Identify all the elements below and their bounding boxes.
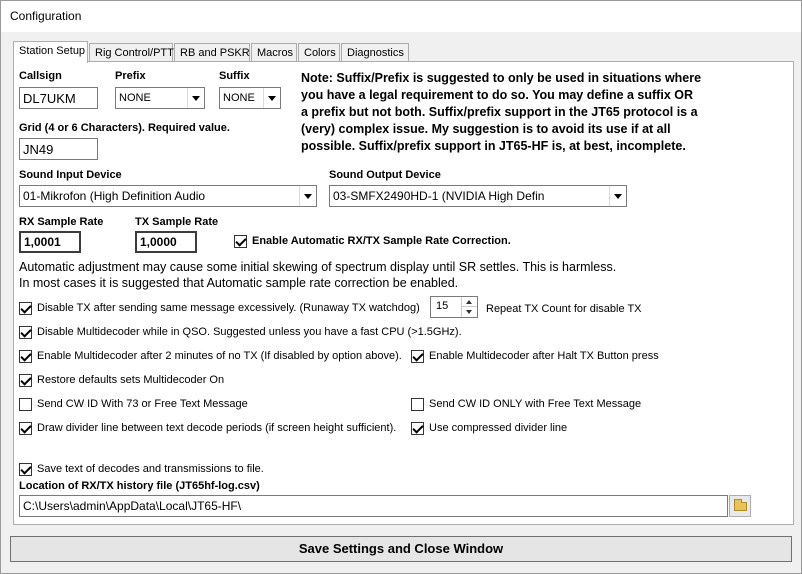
checkbox-checked-icon[interactable] (19, 302, 32, 315)
window-title: Configuration (10, 9, 82, 23)
rx-sample-rate-label: RX Sample Rate (19, 216, 104, 228)
chevron-down-icon[interactable] (609, 186, 626, 206)
grid-input[interactable]: JN49 (19, 138, 98, 160)
sound-input-label: Sound Input Device (19, 169, 122, 181)
tx-sample-rate-label: TX Sample Rate (135, 216, 219, 228)
suffix-prefix-note: Note: Suffix/Prefix is suggested to only… (301, 70, 741, 155)
prefix-select-value: NONE (119, 92, 151, 104)
send-cw-id-only-label: Send CW ID ONLY with Free Text Message (429, 398, 642, 410)
note-line: you have a legal requirement to do so. Y… (301, 88, 693, 102)
save-text-label: Save text of decodes and transmissions t… (37, 463, 264, 475)
folder-icon (734, 499, 747, 511)
repeat-tx-count-spinner[interactable]: 15 (430, 296, 478, 318)
configuration-window: Configuration Station Setup Rig Control/… (0, 0, 802, 574)
spinner-down-icon[interactable] (462, 307, 477, 317)
tab-diagnostics[interactable]: Diagnostics (341, 43, 409, 62)
sound-output-select[interactable]: 03-SMFX2490HD-1 (NVIDIA High Defin (329, 185, 627, 207)
tab-macros[interactable]: Macros (251, 43, 297, 62)
note-line: possible. Suffix/prefix support in JT65-… (301, 139, 686, 153)
callsign-label: Callsign (19, 70, 62, 82)
prefix-select[interactable]: NONE (115, 87, 205, 109)
suffix-select[interactable]: NONE (219, 87, 281, 109)
checkbox-checked-icon[interactable] (19, 374, 32, 387)
enable-multidecoder-halt-label: Enable Multidecoder after Halt TX Button… (429, 350, 659, 362)
enable-multidecoder-2min-label: Enable Multidecoder after 2 minutes of n… (37, 350, 402, 362)
checkbox-unchecked-icon[interactable] (411, 398, 424, 411)
sample-rate-info-line-2: In most cases it is suggested that Autom… (19, 276, 459, 290)
sound-output-label: Sound Output Device (329, 169, 441, 181)
save-settings-button[interactable]: Save Settings and Close Window (10, 536, 792, 562)
tab-rig-control[interactable]: Rig Control/PTT (89, 43, 174, 62)
browse-folder-button[interactable] (729, 495, 751, 517)
checkbox-unchecked-icon[interactable] (19, 398, 32, 411)
checkbox-checked-icon[interactable] (411, 422, 424, 435)
history-file-label: Location of RX/TX history file (JT65hf-l… (19, 480, 260, 492)
sound-output-value: 03-SMFX2490HD-1 (NVIDIA High Defin (333, 189, 545, 203)
rx-sample-rate-input[interactable]: 1,0001 (19, 231, 81, 253)
chevron-down-icon[interactable] (187, 88, 204, 108)
checkbox-checked-icon[interactable] (19, 350, 32, 363)
history-file-path-input[interactable]: C:\Users\admin\AppData\Local\JT65-HF\ (19, 495, 728, 517)
tab-station-setup[interactable]: Station Setup (13, 41, 88, 63)
send-cw-id-label: Send CW ID With 73 or Free Text Message (37, 398, 248, 410)
compressed-divider-label: Use compressed divider line (429, 422, 568, 434)
note-line: Note: Suffix/Prefix is suggested to only… (301, 71, 702, 85)
title-bar: Configuration (1, 1, 801, 32)
spinner-buttons (461, 297, 477, 317)
auto-sample-rate-label: Enable Automatic RX/TX Sample Rate Corre… (252, 235, 511, 247)
chevron-down-icon[interactable] (263, 88, 280, 108)
tx-sample-rate-input[interactable]: 1,0000 (135, 231, 197, 253)
chevron-down-icon[interactable] (299, 186, 316, 206)
spinner-up-icon[interactable] (462, 297, 477, 307)
draw-divider-label: Draw divider line between text decode pe… (37, 422, 397, 434)
note-line: (very) complex issue. My suggestion is t… (301, 122, 671, 136)
callsign-input[interactable]: DL7UKM (19, 87, 98, 109)
restore-defaults-label: Restore defaults sets Multidecoder On (37, 374, 225, 386)
checkbox-checked-icon[interactable] (234, 235, 247, 248)
checkbox-checked-icon[interactable] (19, 326, 32, 339)
checkbox-checked-icon[interactable] (411, 350, 424, 363)
repeat-tx-count-value: 15 (436, 300, 449, 312)
grid-label: Grid (4 or 6 Characters). Required value… (19, 122, 230, 134)
sound-input-select[interactable]: 01-Mikrofon (High Definition Audio (19, 185, 317, 207)
tab-colors[interactable]: Colors (298, 43, 340, 62)
checkbox-checked-icon[interactable] (19, 463, 32, 476)
suffix-label: Suffix (219, 70, 250, 82)
note-line: a prefix but not both. Suffix/prefix sup… (301, 105, 698, 119)
sample-rate-info-line-1: Automatic adjustment may cause some init… (19, 260, 617, 274)
disable-multidecoder-label: Disable Multidecoder while in QSO. Sugge… (37, 326, 462, 338)
suffix-select-value: NONE (223, 92, 255, 104)
repeat-tx-count-label: Repeat TX Count for disable TX (486, 303, 642, 315)
disable-tx-label: Disable TX after sending same message ex… (37, 302, 420, 314)
sound-input-value: 01-Mikrofon (High Definition Audio (23, 189, 206, 203)
tab-rb-pskr[interactable]: RB and PSKR (174, 43, 250, 62)
prefix-label: Prefix (115, 70, 146, 82)
checkbox-checked-icon[interactable] (19, 422, 32, 435)
